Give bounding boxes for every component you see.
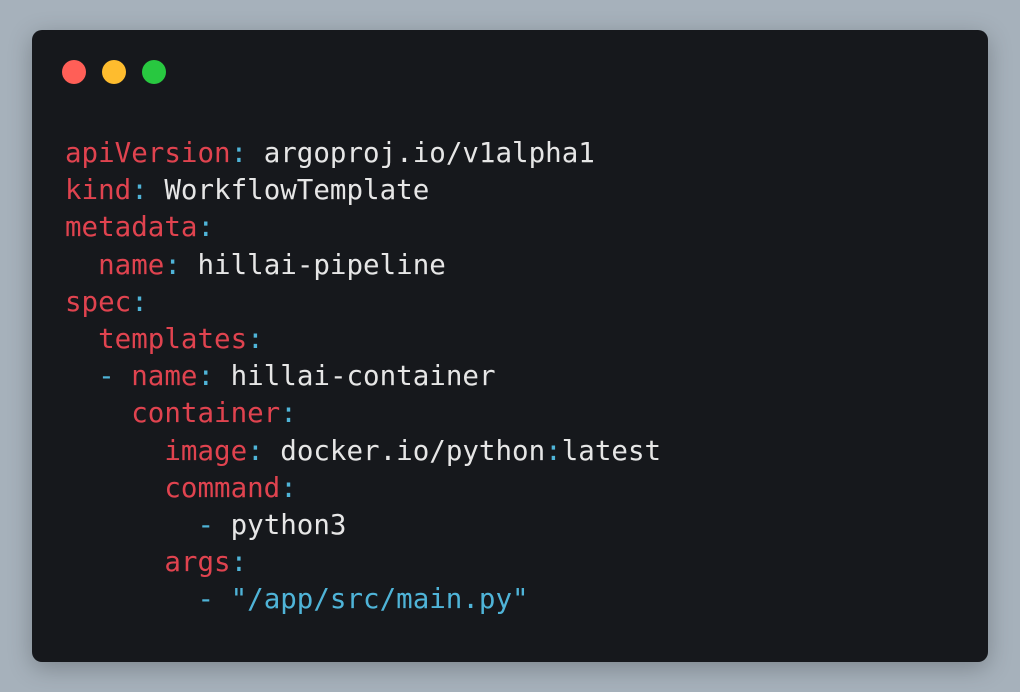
code-line: command: [65,470,661,507]
code-line: - name: hillai-container [65,358,661,395]
yaml-colon: : [230,137,248,169]
code-line: templates: [65,321,661,358]
yaml-colon: : [131,174,148,207]
yaml-colon: : [164,248,181,281]
yaml-value: hillai-pipeline [180,248,446,281]
yaml-colon: : [247,434,264,467]
yaml-code-block: apiVersion: argoproj.io/v1alpha1 kind: Wo… [65,135,661,618]
yaml-key: spec [65,285,132,318]
yaml-key: image [164,434,248,467]
yaml-value: docker.io/python:latest [263,434,662,467]
yaml-colon: : [230,546,248,579]
window-controls [62,60,166,84]
yaml-key: kind [65,174,132,207]
close-button[interactable] [62,60,86,84]
yaml-key: container [131,397,281,430]
yaml-key: name [131,360,198,393]
yaml-key: metadata [65,211,198,244]
code-line: - "/app/src/main.py" [65,581,661,618]
code-line: kind: WorkflowTemplate [65,172,661,209]
yaml-key: templates [98,322,248,355]
yaml-value: hillai-container [214,360,496,393]
yaml-key: name [98,248,165,281]
yaml-value: python3 [230,508,347,541]
code-line: spec: [65,284,661,321]
yaml-colon: : [247,322,264,355]
list-dash: - [197,583,231,616]
code-line: apiVersion: argoproj.io/v1alpha1 [65,135,661,172]
code-line: name: hillai-pipeline [65,247,661,284]
maximize-button[interactable] [142,60,166,84]
yaml-colon: : [197,211,215,244]
yaml-value: WorkflowTemplate [147,174,430,207]
yaml-colon: : [280,471,297,504]
yaml-colon: : [280,397,297,430]
yaml-colon: : [197,360,215,393]
yaml-key: apiVersion [65,137,231,169]
yaml-value: argoproj.io/v1alpha1 [247,137,595,169]
yaml-key: command [164,471,281,504]
yaml-colon: : [131,285,148,318]
list-dash: - [98,360,132,393]
code-line: container: [65,395,661,432]
code-window: apiVersion: argoproj.io/v1alpha1 kind: Wo… [32,30,988,662]
list-dash: - [197,508,231,541]
code-line: image: docker.io/python:latest [65,433,661,470]
code-line: - python3 [65,507,661,544]
minimize-button[interactable] [102,60,126,84]
code-line: args: [65,544,661,581]
yaml-value: "/app/src/main.py" [230,583,529,616]
yaml-key: args [164,546,231,579]
code-line: metadata: [65,209,661,246]
